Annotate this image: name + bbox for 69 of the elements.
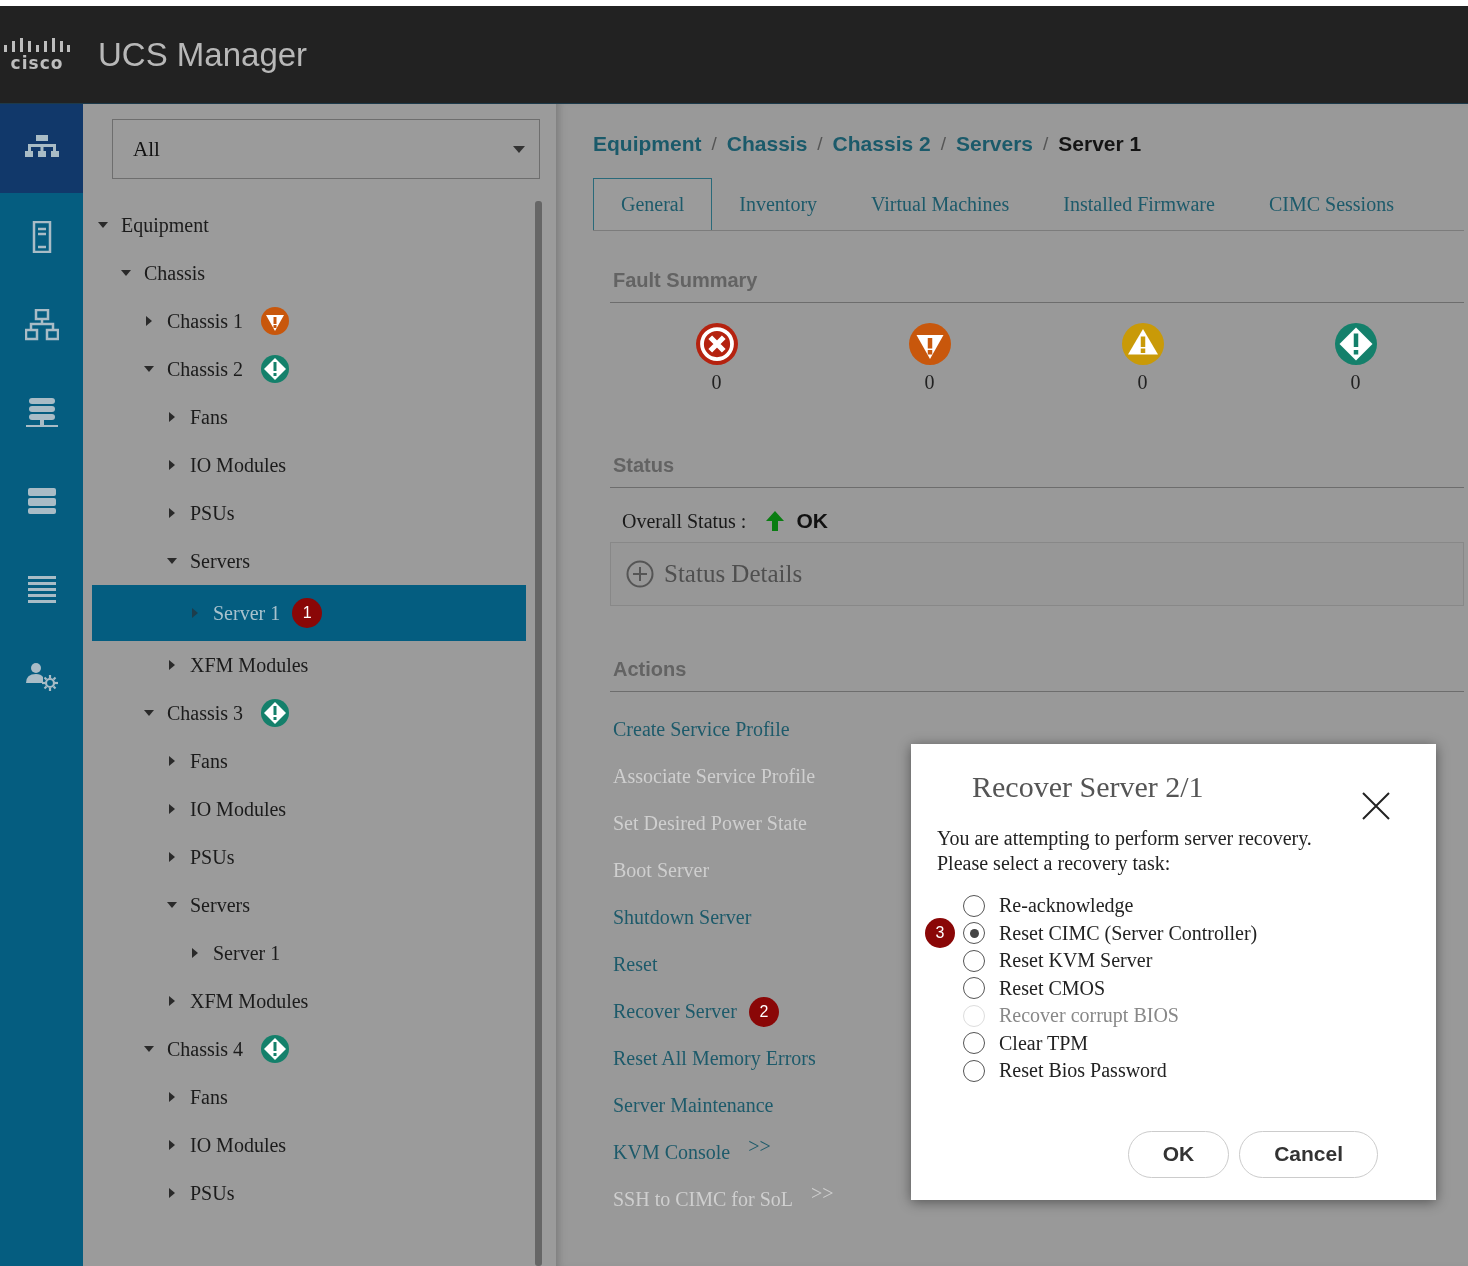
fault-count: 0 [711,371,722,394]
fault-count: 0 [924,371,935,394]
radio-option[interactable]: Reset Bios Password [963,1059,1167,1083]
close-button[interactable] [1362,792,1390,820]
fault-count: 0 [1137,371,1148,394]
tree-item[interactable]: PSUs [92,833,526,881]
close-icon [1362,792,1390,820]
info-fault-icon [1334,323,1377,365]
info-fault-icon [261,1035,290,1063]
breadcrumb-separator: / [1043,133,1049,155]
tree-item[interactable]: Chassis 1 [92,297,526,345]
info-fault-icon [261,355,290,383]
major-fault-icon [261,307,290,335]
logo-text: cisco [10,53,64,72]
user-gear-icon [24,661,59,693]
filter-dropdown[interactable]: All [112,119,540,179]
critical-fault-icon [695,323,738,365]
tree-item[interactable]: XFM Modules [92,977,526,1025]
radio-option[interactable]: Re-acknowledge [963,894,1134,918]
tree-item[interactable]: Fans [92,1073,526,1121]
server-stack-icon [24,397,59,429]
dialog-button[interactable]: Cancel [1239,1130,1378,1178]
scrollbar[interactable] [535,201,542,1266]
message-text: You are attempting to perform server recovery. [937,826,1313,851]
radio-option[interactable]: Reset CIMC (Server Controller) [963,921,1258,945]
major-fault-icon [908,323,951,365]
nav-tab[interactable] [0,104,83,193]
minor-fault-icon [1121,323,1164,365]
tree-item[interactable]: Chassis 2 [92,345,526,393]
radio-option[interactable]: Reset KVM Server [963,949,1153,973]
radio-option: Recover corrupt BIOS [963,1004,1179,1028]
network-icon [24,309,59,341]
tree-item[interactable]: Chassis [92,249,526,297]
callout-badge: 3 [925,918,955,949]
up-arrow-icon [766,511,785,531]
radio-option[interactable]: Clear TPM [963,1031,1089,1055]
breadcrumb-separator: / [817,133,823,155]
tree-item[interactable]: PSUs [92,489,526,537]
message-text: Please select a recovery task: [937,851,1172,876]
plus-circle-icon [626,560,654,588]
caret-icon [513,145,525,153]
tree-item[interactable]: Servers [92,537,526,585]
radio-option[interactable]: Reset CMOS [963,976,1106,1000]
status-value: OK [796,509,828,533]
app-title: UCS Manager [98,35,308,74]
tree-item[interactable]: XFM Modules [92,641,526,689]
breadcrumb-current: Server 1 [1058,132,1142,156]
tree-item[interactable]: Chassis 3 [92,689,526,737]
tree-item[interactable]: IO Modules [92,1121,526,1169]
tree-item[interactable]: Server 1 1 [92,585,526,641]
tree-item[interactable]: IO Modules [92,441,526,489]
logo-bars-icon [4,37,70,52]
tree-item[interactable]: Equipment [92,201,526,249]
info-fault-icon [261,699,290,727]
tree-item[interactable]: Servers [92,881,526,929]
tree-item[interactable]: IO Modules [92,785,526,833]
dialog-button[interactable]: OK [1127,1130,1230,1178]
dialog-title: Recover Server 2/1 [972,770,1204,804]
tree-item[interactable]: Fans [92,737,526,785]
callout-badge: 1 [292,598,323,628]
tree-item[interactable]: Fans [92,393,526,441]
tree-item[interactable]: Chassis 4 [92,1025,526,1073]
tree-item[interactable]: PSUs [92,1169,526,1217]
breadcrumb-separator: / [711,133,717,155]
status-label: Overall Status : [622,509,747,533]
fault-count: 0 [1350,371,1361,394]
tree-item[interactable]: Server 1 [92,929,526,977]
callout-badge: 2 [748,996,779,1027]
breadcrumb-separator: / [940,133,946,155]
